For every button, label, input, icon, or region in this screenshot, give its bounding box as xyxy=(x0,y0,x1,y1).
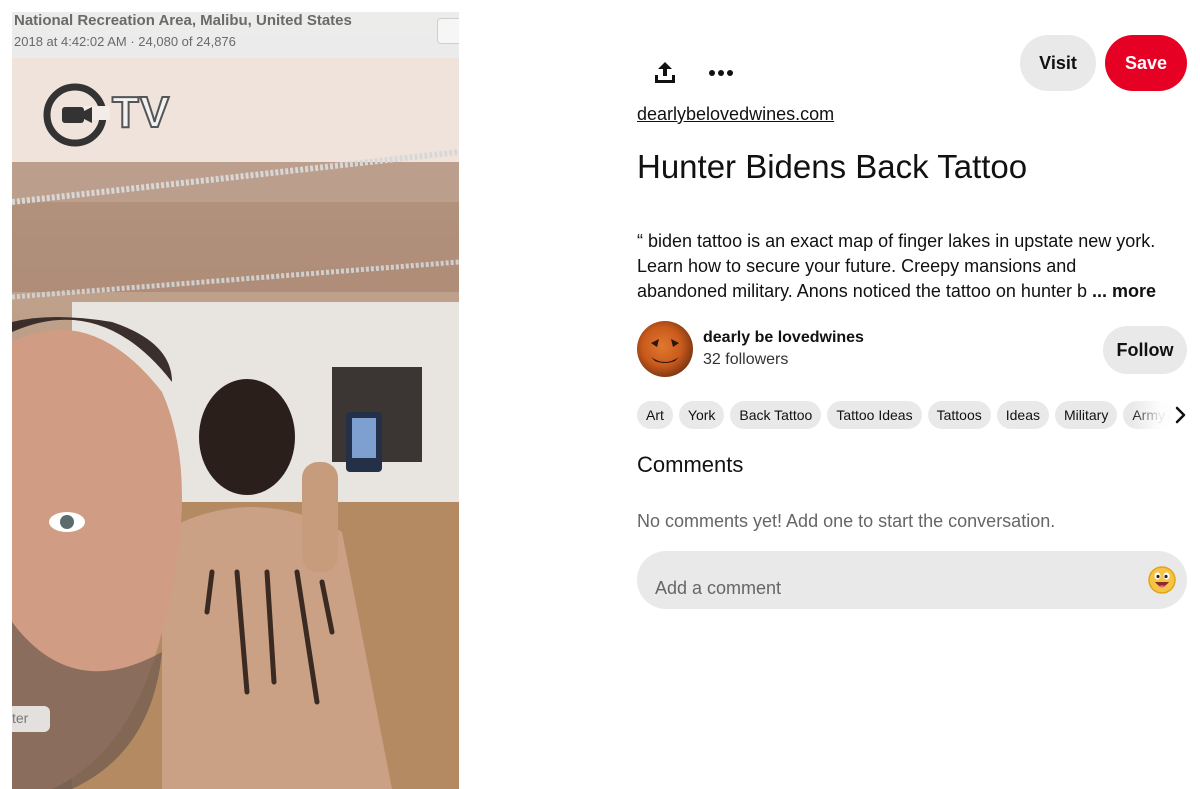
photo-badge: ter xyxy=(12,706,50,732)
photo-caption-bar: National Recreation Area, Malibu, United… xyxy=(12,12,459,58)
chevron-right-icon[interactable] xyxy=(1172,403,1190,427)
comments-heading: Comments xyxy=(637,452,744,477)
tags-fade xyxy=(1132,401,1172,431)
ellipsis-icon[interactable] xyxy=(704,56,738,90)
follow-button[interactable]: Follow xyxy=(1103,326,1187,374)
tag-tattoos[interactable]: Tattoos xyxy=(927,401,991,429)
description-line-last: abandoned military. Anons noticed the ta… xyxy=(637,279,1189,304)
description-line: “ biden tattoo is an exact map of finger… xyxy=(637,231,1156,251)
tag-art[interactable]: Art xyxy=(637,401,673,429)
tv-logo-text: TV xyxy=(111,87,171,138)
source-link[interactable]: dearlybelovedwines.com xyxy=(637,104,834,125)
photo-caption-meta: 2018 at 4:42:02 AM · 24,080 of 24,876 xyxy=(14,34,236,49)
share-upload-icon[interactable] xyxy=(648,56,682,90)
tag-military[interactable]: Military xyxy=(1054,401,1118,429)
creator-name[interactable]: dearly be lovedwines xyxy=(703,329,864,347)
pin-description: “ biden tattoo is an exact map of finger… xyxy=(637,229,1189,304)
comment-box[interactable] xyxy=(637,551,1187,609)
visit-button[interactable]: Visit xyxy=(1020,35,1096,91)
tv-logo-mark-icon xyxy=(43,83,110,147)
tags-row: Art York Back Tattoo Tattoo Ideas Tattoo… xyxy=(637,401,1172,431)
description-line-text: abandoned military. Anons noticed the ta… xyxy=(637,281,1087,301)
photo-caption-button xyxy=(437,18,459,44)
pin-image[interactable]: National Recreation Area, Malibu, United… xyxy=(12,12,459,789)
tag-ideas[interactable]: Ideas xyxy=(996,401,1049,429)
creator-followers: 32 followers xyxy=(703,351,789,368)
no-comments-message: No comments yet! Add one to start the co… xyxy=(637,511,1056,531)
tv-logo: TV xyxy=(40,80,180,150)
photo-caption-location: National Recreation Area, Malibu, United… xyxy=(14,12,352,29)
pin-title: Hunter Bidens Back Tattoo xyxy=(637,148,1028,185)
tag-york[interactable]: York xyxy=(678,401,725,429)
tag-back-tattoo[interactable]: Back Tattoo xyxy=(730,401,822,429)
description-line: Learn how to secure your future. Creepy … xyxy=(637,256,1077,276)
save-button[interactable]: Save xyxy=(1105,35,1187,91)
more-link[interactable]: ... more xyxy=(1092,281,1156,301)
comment-input[interactable] xyxy=(655,573,1125,603)
emoji-icon[interactable] xyxy=(1147,565,1177,595)
creator-avatar[interactable] xyxy=(637,321,693,377)
tag-tattoo-ideas[interactable]: Tattoo Ideas xyxy=(827,401,922,429)
pin-page: National Recreation Area, Malibu, United… xyxy=(0,0,1200,789)
